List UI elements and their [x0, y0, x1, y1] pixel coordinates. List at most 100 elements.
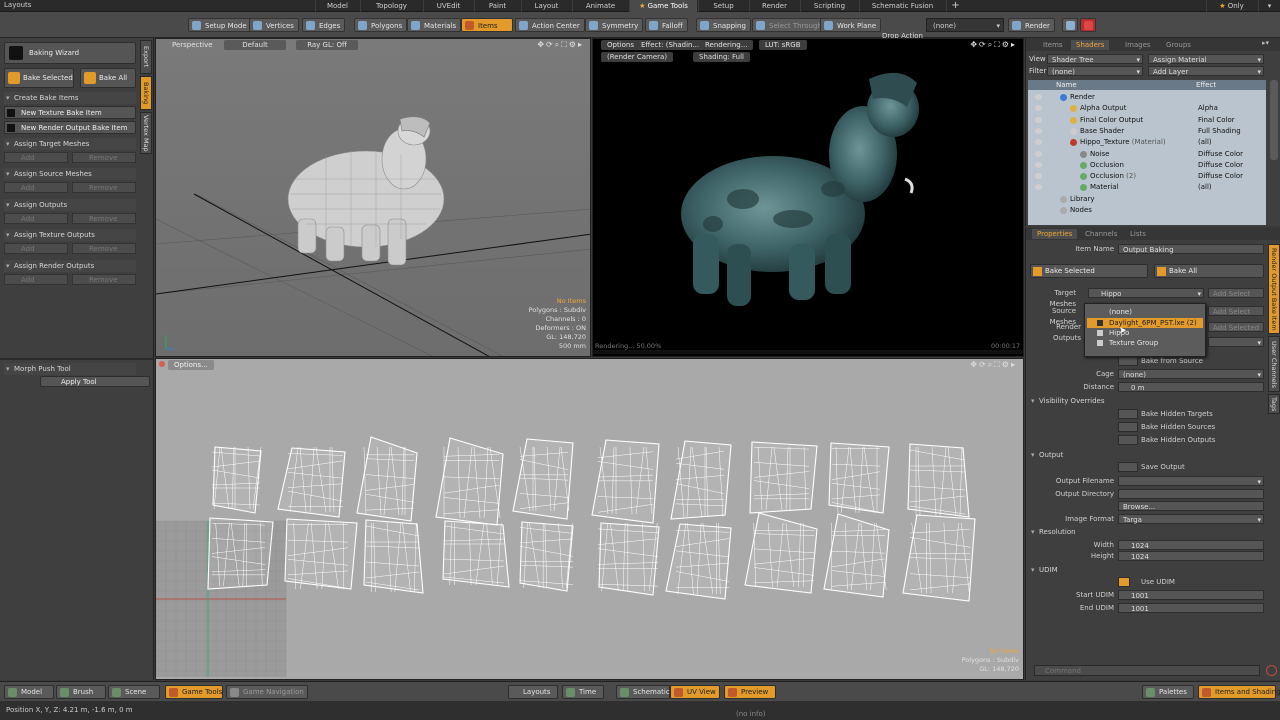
- render-preview-viewport[interactable]: Options Effect: (Shadin... Rendering... …: [592, 38, 1024, 357]
- target-meshes-dropdown[interactable]: Hippo ▾: [1088, 288, 1204, 298]
- items-and-shading-button[interactable]: Items and Shading: [1198, 685, 1280, 699]
- render-button[interactable]: Render: [1008, 18, 1055, 32]
- time-button[interactable]: Time: [562, 685, 604, 699]
- udim-section-header[interactable]: UDIM: [1030, 564, 1266, 576]
- tab-uvedit[interactable]: UVEdit: [423, 0, 473, 12]
- work-plane-button[interactable]: Work Plane: [820, 18, 882, 32]
- add-select-button-2[interactable]: Add Select: [1208, 306, 1264, 316]
- shader-tree-list[interactable]: Name Effect Render Alpha Output Alpha Final…: [1028, 80, 1266, 225]
- tab-paint[interactable]: Paint: [474, 0, 520, 12]
- shader-tree-row[interactable]: Noise Diffuse Color: [1030, 149, 1266, 160]
- palettes-button[interactable]: Palettes: [1142, 685, 1194, 699]
- add-button[interactable]: Add: [4, 274, 68, 285]
- shader-tree-row[interactable]: Base Shader Full Shading: [1030, 126, 1266, 137]
- output-filename-input[interactable]: ▾: [1118, 476, 1264, 486]
- bake-hidden-sources-checkbox[interactable]: [1118, 422, 1138, 432]
- layer-effect[interactable]: Diffuse Color: [1198, 160, 1243, 171]
- visibility-eye-icon[interactable]: [1035, 94, 1042, 100]
- panel-menu-icon[interactable]: ▸▾: [1262, 39, 1269, 47]
- browse-button[interactable]: Browse...: [1118, 501, 1264, 511]
- output-directory-input[interactable]: [1118, 489, 1264, 499]
- assign-render-outputs-header[interactable]: Assign Render Outputs: [4, 260, 136, 272]
- assign-source-meshes-header[interactable]: Assign Source Meshes: [4, 168, 136, 180]
- tab-images[interactable]: Images: [1120, 40, 1156, 50]
- shader-tree-row[interactable]: Render: [1030, 92, 1266, 103]
- tab-game-tools[interactable]: ★ Game Tools: [629, 0, 697, 12]
- tab-lists[interactable]: Lists: [1125, 229, 1151, 239]
- layouts-button[interactable]: Layouts: [508, 685, 558, 699]
- add-selected-button[interactable]: Add Selected: [1208, 322, 1264, 332]
- layer-effect[interactable]: (all): [1198, 137, 1212, 148]
- shader-tree-row[interactable]: Occlusion Diffuse Color: [1030, 160, 1266, 171]
- visibility-eye-icon[interactable]: [1035, 150, 1042, 157]
- tab-topology[interactable]: Topology: [360, 0, 422, 12]
- tab-layout[interactable]: Layout: [521, 0, 571, 12]
- model-button[interactable]: Model: [4, 685, 54, 699]
- assign-material-dropdown[interactable]: Assign Material ▾: [1148, 54, 1264, 64]
- command-history-icon[interactable]: [1266, 665, 1277, 676]
- vtab-baking[interactable]: Baking: [140, 76, 152, 110]
- visibility-overrides-header[interactable]: Visibility Overrides: [1030, 395, 1266, 407]
- tab-scripting[interactable]: Scripting: [800, 0, 858, 12]
- snapping-button[interactable]: Snapping: [696, 18, 751, 32]
- visibility-eye-icon[interactable]: [1035, 127, 1042, 134]
- layer-effect[interactable]: Alpha: [1198, 103, 1218, 114]
- uv-viewport[interactable]: Options... ✥⟳⌕⛶⚙▸ No Items Polygons : Su…: [155, 358, 1024, 680]
- layer-effect[interactable]: Diffuse Color: [1198, 149, 1243, 160]
- vtab-export[interactable]: Export: [140, 40, 152, 74]
- symmetry-button[interactable]: Symmetry: [585, 18, 644, 32]
- remove-button[interactable]: Remove: [72, 243, 136, 254]
- preview-button[interactable]: Preview: [724, 685, 776, 699]
- bake-all-button[interactable]: Bake All: [80, 68, 136, 88]
- remove-button[interactable]: Remove: [72, 274, 136, 285]
- image-format-dropdown[interactable]: Targa ▾: [1118, 514, 1264, 524]
- render-outputs-dropdown[interactable]: ▾: [1208, 337, 1264, 347]
- drop-action-select[interactable]: (none) ▾: [926, 18, 1004, 32]
- tab-shaders[interactable]: Shaders: [1071, 40, 1110, 50]
- new-texture-bake-item-button[interactable]: New Texture Bake Item: [4, 106, 136, 119]
- bake-hidden-outputs-checkbox[interactable]: [1118, 435, 1138, 445]
- tab-groups[interactable]: Groups: [1161, 40, 1196, 50]
- add-button[interactable]: Add: [4, 182, 68, 193]
- layer-effect[interactable]: Full Shading: [1198, 126, 1241, 137]
- schematic-button[interactable]: Schematic: [616, 685, 670, 699]
- uv-view-button[interactable]: UV View: [670, 685, 720, 699]
- vtab-render-output-bake-item[interactable]: Render Output Bake Item: [1268, 244, 1280, 334]
- tab-channels[interactable]: Channels: [1080, 229, 1122, 239]
- tab-render[interactable]: Render: [749, 0, 799, 12]
- only-toggle[interactable]: ★ Only: [1206, 0, 1256, 12]
- select-through-button[interactable]: Select Through: [752, 18, 827, 32]
- add-layer-dropdown[interactable]: Add Layer ▾: [1148, 66, 1264, 76]
- layer-effect[interactable]: Final Color: [1198, 115, 1235, 126]
- tab-items[interactable]: Items: [1038, 40, 1068, 50]
- vertices-button[interactable]: Vertices: [249, 18, 299, 32]
- menu-item-daylight[interactable]: Daylight_6PM_PST.lxe (2): [1087, 318, 1203, 328]
- tab-model[interactable]: Model: [315, 0, 359, 12]
- new-render-output-bake-item-button[interactable]: New Render Output Bake Item: [4, 121, 136, 134]
- item-name-input[interactable]: Output Baking: [1118, 244, 1264, 254]
- remove-button[interactable]: Remove: [72, 182, 136, 193]
- shader-tree-row[interactable]: Nodes: [1030, 205, 1266, 216]
- setup-mode-button[interactable]: Setup Mode: [188, 18, 252, 32]
- resolution-section-header[interactable]: Resolution: [1030, 526, 1266, 538]
- tab-schematic-fusion[interactable]: Schematic Fusion: [859, 0, 945, 12]
- view-dropdown[interactable]: Shader Tree ▾: [1047, 54, 1143, 64]
- add-button[interactable]: Add: [4, 243, 68, 254]
- vtab-vertex-map[interactable]: Vertex Map: [140, 112, 152, 154]
- menu-item-none[interactable]: (none): [1087, 307, 1203, 317]
- add-select-button[interactable]: Add Select: [1208, 288, 1264, 298]
- add-button[interactable]: Add: [4, 213, 68, 224]
- add-tab-button[interactable]: +: [946, 0, 964, 12]
- shader-tree-row[interactable]: Final Color Output Final Color: [1030, 115, 1266, 126]
- assign-target-meshes-header[interactable]: Assign Target Meshes: [4, 138, 136, 150]
- assign-texture-outputs-header[interactable]: Assign Texture Outputs: [4, 229, 136, 241]
- column-effect[interactable]: Effect: [1196, 80, 1216, 90]
- vtab-user-channels[interactable]: User Channels: [1268, 336, 1280, 392]
- visibility-eye-icon[interactable]: [1035, 116, 1042, 123]
- column-name[interactable]: Name: [1056, 80, 1077, 90]
- layout-dropdown-icon[interactable]: ▾: [1258, 0, 1280, 12]
- bake-selected-button[interactable]: Bake Selected: [4, 68, 74, 88]
- width-input[interactable]: 1024: [1118, 540, 1264, 550]
- visibility-eye-icon[interactable]: [1035, 161, 1042, 168]
- shader-tree-row[interactable]: Library: [1030, 194, 1266, 205]
